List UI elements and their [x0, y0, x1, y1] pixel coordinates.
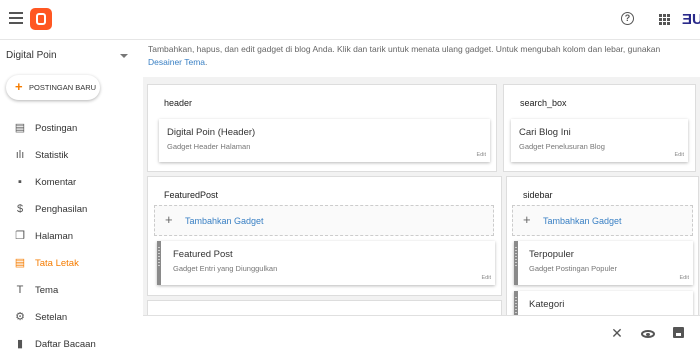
new-post-label: POSTINGAN BARU	[29, 83, 97, 92]
apps-grid-icon[interactable]	[659, 14, 670, 25]
gear-icon: ⚙	[15, 311, 25, 323]
sidebar-item-setelan[interactable]: ⚙ Setelan	[0, 306, 143, 330]
intro-description: Tambahkan, hapus, dan edit gadget di blo…	[148, 44, 661, 54]
sidebar-item-label: Tata Letak	[35, 258, 79, 269]
add-gadget-button[interactable]: + Tambahkan Gadget	[512, 205, 693, 236]
edit-link[interactable]: Edit	[482, 275, 491, 281]
plus-icon: +	[15, 79, 23, 94]
avatar[interactable]: ƎU	[682, 10, 700, 30]
drag-handle[interactable]	[157, 241, 161, 285]
intro-text: Tambahkan, hapus, dan edit gadget di blo…	[143, 40, 700, 77]
gadget-name: Terpopuler	[529, 249, 574, 260]
layout-editor: Tambahkan, hapus, dan edit gadget di blo…	[143, 40, 700, 335]
posts-icon: ▤	[14, 122, 26, 134]
gadget-name: Kategori	[529, 299, 565, 310]
section-title: sidebar	[523, 190, 553, 200]
save-icon[interactable]	[673, 327, 684, 338]
blog-selector[interactable]: Digital Poin	[6, 50, 130, 64]
section-sidebar: sidebar + Tambahkan Gadget Terpopuler Ga…	[507, 177, 698, 335]
section-title: search_box	[520, 98, 567, 108]
comment-icon: ▪	[18, 176, 22, 188]
dollar-icon: $	[16, 203, 24, 215]
plus-icon: +	[523, 212, 531, 227]
sidebar-item-statistik[interactable]: ılı Statistik	[0, 144, 143, 168]
blog-name: Digital Poin	[6, 50, 57, 61]
section-featured-post: FeaturedPost + Tambahkan Gadget Featured…	[148, 177, 501, 295]
gadget-terpopuler[interactable]: Terpopuler Gadget Postingan Populer Edit	[514, 241, 693, 285]
sidebar-item-daftar-bacaan[interactable]: ▮ Daftar Bacaan	[0, 333, 143, 350]
drag-handle[interactable]	[514, 241, 518, 285]
chevron-down-icon	[120, 54, 128, 58]
sidebar-item-label: Daftar Bacaan	[35, 339, 96, 350]
gadget-type: Gadget Header Halaman	[167, 142, 251, 151]
sidebar-item-label: Komentar	[35, 177, 77, 188]
theme-icon: T	[16, 284, 24, 296]
gadget-name: Cari Blog Ini	[519, 127, 571, 138]
gadget-type: Gadget Postingan Populer	[529, 264, 617, 273]
bottom-action-bar: ✕	[143, 315, 700, 350]
edit-link[interactable]: Edit	[680, 275, 689, 281]
gadget-type: Gadget Entri yang Diunggulkan	[173, 264, 278, 273]
help-icon[interactable]: ?	[621, 12, 634, 25]
top-app-bar: ? ƎU	[0, 0, 700, 40]
section-title: header	[164, 98, 193, 108]
gadget-type: Gadget Penelusuran Blog	[519, 142, 605, 151]
gadget-name: Featured Post	[173, 249, 233, 260]
sidebar-item-label: Penghasilan	[35, 204, 88, 215]
bookmark-icon: ▮	[16, 338, 24, 350]
sidebar-item-tema[interactable]: T Tema	[0, 279, 143, 303]
plus-icon: +	[165, 212, 173, 227]
sidebar-item-label: Setelan	[35, 312, 68, 323]
sidebar-item-komentar[interactable]: ▪ Komentar	[0, 171, 143, 195]
edit-link[interactable]: Edit	[675, 152, 684, 158]
layout-icon: ▤	[14, 257, 26, 269]
blogger-logo[interactable]	[30, 8, 52, 30]
add-gadget-label: Tambahkan Gadget	[543, 216, 622, 226]
new-post-button[interactable]: + POSTINGAN BARU	[6, 75, 100, 100]
add-gadget-label: Tambahkan Gadget	[185, 216, 264, 226]
edit-link[interactable]: Edit	[477, 152, 486, 158]
sidebar-item-label: Tema	[35, 285, 59, 296]
menu-icon[interactable]	[9, 12, 23, 26]
section-title: FeaturedPost	[164, 190, 219, 200]
sidebar-item-label: Statistik	[35, 150, 69, 161]
add-gadget-button[interactable]: + Tambahkan Gadget	[154, 205, 494, 236]
gadget-header[interactable]: Digital Poin (Header) Gadget Header Hala…	[159, 119, 490, 162]
sidebar-item-penghasilan[interactable]: $ Penghasilan	[0, 198, 143, 222]
gadget-search[interactable]: Cari Blog Ini Gadget Penelusuran Blog Ed…	[511, 119, 688, 162]
sidebar-item-halaman[interactable]: ❐ Halaman	[0, 225, 143, 249]
intro-period: .	[205, 57, 208, 67]
sidebar-item-label: Postingan	[35, 123, 78, 134]
close-icon[interactable]: ✕	[610, 326, 624, 341]
preview-eye-icon[interactable]	[641, 330, 655, 338]
sidebar: Digital Poin + POSTINGAN BARU ▤ Postinga…	[0, 40, 143, 350]
gadget-featured-post[interactable]: Featured Post Gadget Entri yang Diunggul…	[157, 241, 495, 285]
sidebar-item-tata-letak[interactable]: ▤ Tata Letak	[0, 252, 143, 276]
theme-designer-link[interactable]: Desainer Tema	[148, 57, 205, 67]
section-search-box: search_box Cari Blog Ini Gadget Penelusu…	[504, 85, 695, 171]
gadget-name: Digital Poin (Header)	[167, 127, 256, 138]
pages-icon: ❐	[15, 230, 25, 242]
sidebar-item-label: Halaman	[35, 231, 74, 242]
section-header: header Digital Poin (Header) Gadget Head…	[148, 85, 496, 171]
sidebar-item-postingan[interactable]: ▤ Postingan	[0, 117, 143, 141]
stats-icon: ılı	[15, 149, 25, 161]
